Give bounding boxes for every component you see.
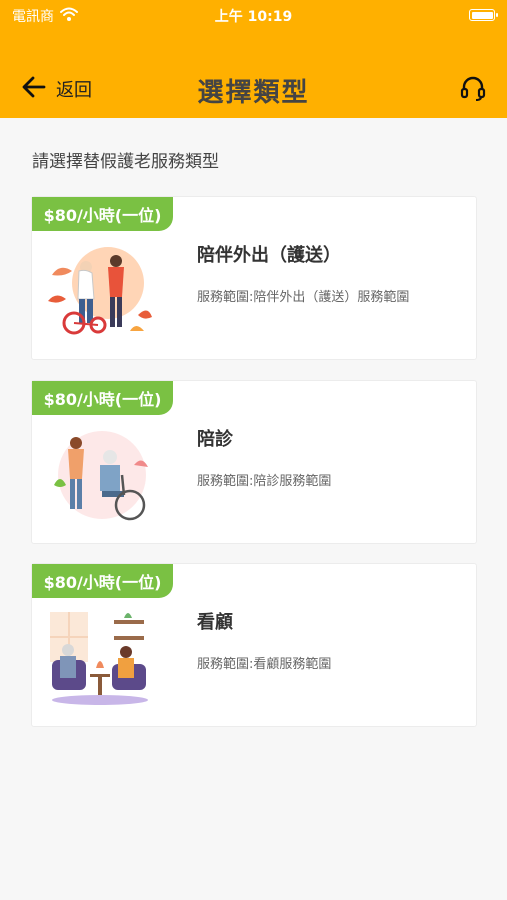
status-bar: 電訊商 上午 10:19: [0, 0, 507, 30]
service-title: 陪伴外出（護送）: [197, 245, 341, 266]
instruction-text: 請選擇替假護老服務類型: [32, 152, 219, 172]
price-badge: $80/小時(一位): [32, 197, 173, 231]
battery-icon: [469, 9, 498, 21]
service-title: 看顧: [197, 612, 233, 633]
service-description: 服務範圍:陪診服務範圍: [197, 474, 332, 489]
status-time: 上午 10:19: [214, 9, 293, 25]
header-bar: 電訊商 上午 10:19 返回 選擇類型: [0, 0, 507, 118]
care-illustration: [46, 608, 154, 708]
medical-escort-illustration: [46, 425, 154, 525]
page-title: 選擇類型: [197, 78, 310, 108]
price-badge: $80/小時(一位): [32, 564, 173, 598]
headset-icon[interactable]: [459, 74, 487, 106]
escort-illustration: [46, 241, 154, 341]
service-title: 陪診: [197, 429, 233, 450]
service-description: 服務範圍:陪伴外出（護送）服務範圍: [197, 290, 410, 305]
service-card-escort[interactable]: $80/小時(一位) 陪伴外出（護送） 服務範圍:陪伴外出（護送）服務範圍: [31, 196, 477, 360]
service-card-medical-escort[interactable]: $80/小時(一位) 陪診 服務範圍:陪診服務範圍: [31, 380, 477, 544]
price-badge: $80/小時(一位): [32, 381, 173, 415]
service-card-care[interactable]: $80/小時(一位) 看顧 服務範圍:看顧服務範圍: [31, 563, 477, 727]
service-description: 服務範圍:看顧服務範圍: [197, 657, 332, 672]
